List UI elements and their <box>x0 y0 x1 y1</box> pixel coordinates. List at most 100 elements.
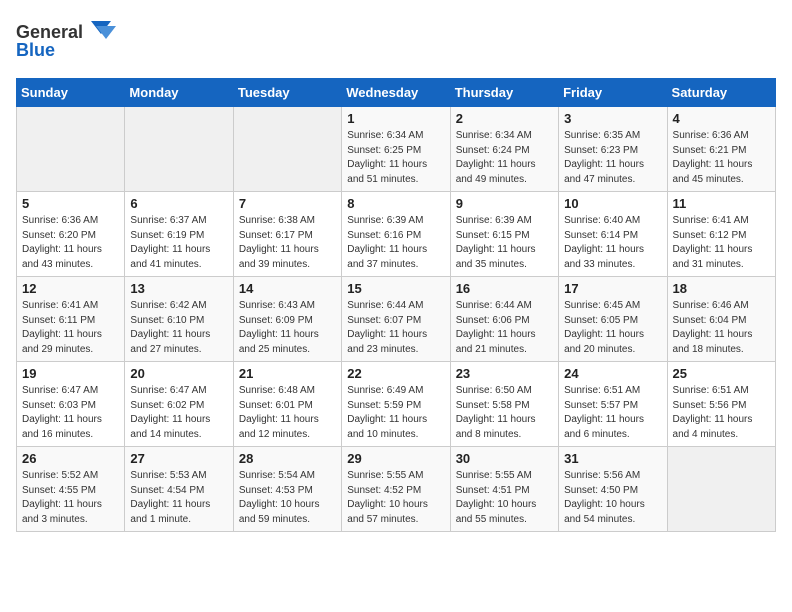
day-info: Sunrise: 6:44 AM Sunset: 6:07 PM Dayligh… <box>347 299 444 357</box>
day-info: Sunrise: 6:41 AM Sunset: 6:11 PM Dayligh… <box>22 299 119 357</box>
calendar-cell <box>17 107 125 192</box>
day-info: Sunrise: 6:44 AM Sunset: 6:06 PM Dayligh… <box>456 299 553 357</box>
day-info: Sunrise: 6:34 AM Sunset: 6:25 PM Dayligh… <box>347 129 444 187</box>
calendar-week-5: 26 Sunrise: 5:52 AM Sunset: 4:55 PM Dayli… <box>17 447 776 532</box>
day-info: Sunrise: 6:38 AM Sunset: 6:17 PM Dayligh… <box>239 214 336 272</box>
day-info: Sunrise: 5:53 AM Sunset: 4:54 PM Dayligh… <box>130 469 227 527</box>
day-info: Sunrise: 6:47 AM Sunset: 6:03 PM Dayligh… <box>22 384 119 442</box>
day-info: Sunrise: 6:40 AM Sunset: 6:14 PM Dayligh… <box>564 214 661 272</box>
calendar-cell: 21 Sunrise: 6:48 AM Sunset: 6:01 PM Dayli… <box>233 362 341 447</box>
day-info: Sunrise: 5:54 AM Sunset: 4:53 PM Dayligh… <box>239 469 336 527</box>
calendar-cell: 2 Sunrise: 6:34 AM Sunset: 6:24 PM Daylig… <box>450 107 558 192</box>
day-info: Sunrise: 6:39 AM Sunset: 6:16 PM Dayligh… <box>347 214 444 272</box>
day-number: 6 <box>130 196 227 211</box>
svg-text:Blue: Blue <box>16 40 55 60</box>
day-number: 8 <box>347 196 444 211</box>
calendar-cell: 6 Sunrise: 6:37 AM Sunset: 6:19 PM Daylig… <box>125 192 233 277</box>
calendar-cell: 20 Sunrise: 6:47 AM Sunset: 6:02 PM Dayli… <box>125 362 233 447</box>
day-number: 5 <box>22 196 119 211</box>
svg-text:General: General <box>16 22 83 42</box>
day-number: 26 <box>22 451 119 466</box>
day-number: 9 <box>456 196 553 211</box>
calendar-cell: 28Sunrise: 5:54 AM Sunset: 4:53 PM Dayli… <box>233 447 341 532</box>
day-number: 12 <box>22 281 119 296</box>
calendar-cell: 4Sunrise: 6:36 AM Sunset: 6:21 PM Daylig… <box>667 107 775 192</box>
day-info: Sunrise: 6:43 AM Sunset: 6:09 PM Dayligh… <box>239 299 336 357</box>
day-number: 19 <box>22 366 119 381</box>
calendar-week-4: 19 Sunrise: 6:47 AM Sunset: 6:03 PM Dayli… <box>17 362 776 447</box>
calendar-cell: 9 Sunrise: 6:39 AM Sunset: 6:15 PM Daylig… <box>450 192 558 277</box>
calendar-cell: 31 Sunrise: 5:56 AM Sunset: 4:50 PM Dayli… <box>559 447 667 532</box>
day-number: 23 <box>456 366 553 381</box>
calendar-cell: 13 Sunrise: 6:42 AM Sunset: 6:10 PM Dayli… <box>125 277 233 362</box>
calendar-cell: 16 Sunrise: 6:44 AM Sunset: 6:06 PM Dayli… <box>450 277 558 362</box>
day-number: 30 <box>456 451 553 466</box>
calendar-table: SundayMondayTuesdayWednesdayThursdayFrid… <box>16 78 776 532</box>
day-number: 18 <box>673 281 770 296</box>
day-number: 2 <box>456 111 553 126</box>
calendar-header-row: SundayMondayTuesdayWednesdayThursdayFrid… <box>17 79 776 107</box>
day-info: Sunrise: 6:36 AM Sunset: 6:20 PM Dayligh… <box>22 214 119 272</box>
day-header-saturday: Saturday <box>667 79 775 107</box>
calendar-cell: 18Sunrise: 6:46 AM Sunset: 6:04 PM Dayli… <box>667 277 775 362</box>
day-info: Sunrise: 6:51 AM Sunset: 5:57 PM Dayligh… <box>564 384 661 442</box>
calendar-cell: 15Sunrise: 6:44 AM Sunset: 6:07 PM Dayli… <box>342 277 450 362</box>
day-info: Sunrise: 6:48 AM Sunset: 6:01 PM Dayligh… <box>239 384 336 442</box>
day-number: 31 <box>564 451 661 466</box>
day-header-friday: Friday <box>559 79 667 107</box>
day-number: 17 <box>564 281 661 296</box>
calendar-cell <box>667 447 775 532</box>
calendar-cell: 3 Sunrise: 6:35 AM Sunset: 6:23 PM Daylig… <box>559 107 667 192</box>
day-info: Sunrise: 6:37 AM Sunset: 6:19 PM Dayligh… <box>130 214 227 272</box>
day-number: 20 <box>130 366 227 381</box>
calendar-cell: 14Sunrise: 6:43 AM Sunset: 6:09 PM Dayli… <box>233 277 341 362</box>
day-info: Sunrise: 6:51 AM Sunset: 5:56 PM Dayligh… <box>673 384 770 442</box>
calendar-cell <box>233 107 341 192</box>
calendar-cell: 19 Sunrise: 6:47 AM Sunset: 6:03 PM Dayli… <box>17 362 125 447</box>
calendar-cell: 11 Sunrise: 6:41 AM Sunset: 6:12 PM Dayli… <box>667 192 775 277</box>
day-info: Sunrise: 6:39 AM Sunset: 6:15 PM Dayligh… <box>456 214 553 272</box>
day-header-sunday: Sunday <box>17 79 125 107</box>
day-number: 1 <box>347 111 444 126</box>
day-header-wednesday: Wednesday <box>342 79 450 107</box>
day-header-tuesday: Tuesday <box>233 79 341 107</box>
day-info: Sunrise: 5:52 AM Sunset: 4:55 PM Dayligh… <box>22 469 119 527</box>
calendar-week-3: 12 Sunrise: 6:41 AM Sunset: 6:11 PM Dayli… <box>17 277 776 362</box>
logo: General Blue <box>16 16 126 66</box>
calendar-cell: 30 Sunrise: 5:55 AM Sunset: 4:51 PM Dayli… <box>450 447 558 532</box>
day-info: Sunrise: 6:42 AM Sunset: 6:10 PM Dayligh… <box>130 299 227 357</box>
calendar-cell: 23 Sunrise: 6:50 AM Sunset: 5:58 PM Dayli… <box>450 362 558 447</box>
day-number: 11 <box>673 196 770 211</box>
day-info: Sunrise: 6:35 AM Sunset: 6:23 PM Dayligh… <box>564 129 661 187</box>
calendar-week-2: 5 Sunrise: 6:36 AM Sunset: 6:20 PM Daylig… <box>17 192 776 277</box>
day-header-monday: Monday <box>125 79 233 107</box>
calendar-cell: 8 Sunrise: 6:39 AM Sunset: 6:16 PM Daylig… <box>342 192 450 277</box>
day-info: Sunrise: 6:50 AM Sunset: 5:58 PM Dayligh… <box>456 384 553 442</box>
day-number: 13 <box>130 281 227 296</box>
calendar-week-1: 1 Sunrise: 6:34 AM Sunset: 6:25 PM Daylig… <box>17 107 776 192</box>
day-info: Sunrise: 6:47 AM Sunset: 6:02 PM Dayligh… <box>130 384 227 442</box>
day-number: 7 <box>239 196 336 211</box>
calendar-cell: 22Sunrise: 6:49 AM Sunset: 5:59 PM Dayli… <box>342 362 450 447</box>
day-header-thursday: Thursday <box>450 79 558 107</box>
calendar-cell: 26 Sunrise: 5:52 AM Sunset: 4:55 PM Dayli… <box>17 447 125 532</box>
day-info: Sunrise: 5:55 AM Sunset: 4:51 PM Dayligh… <box>456 469 553 527</box>
calendar-cell: 5 Sunrise: 6:36 AM Sunset: 6:20 PM Daylig… <box>17 192 125 277</box>
day-number: 27 <box>130 451 227 466</box>
day-number: 3 <box>564 111 661 126</box>
day-info: Sunrise: 5:55 AM Sunset: 4:52 PM Dayligh… <box>347 469 444 527</box>
calendar-cell: 1 Sunrise: 6:34 AM Sunset: 6:25 PM Daylig… <box>342 107 450 192</box>
day-number: 16 <box>456 281 553 296</box>
day-info: Sunrise: 6:41 AM Sunset: 6:12 PM Dayligh… <box>673 214 770 272</box>
day-info: Sunrise: 6:45 AM Sunset: 6:05 PM Dayligh… <box>564 299 661 357</box>
calendar-cell: 10Sunrise: 6:40 AM Sunset: 6:14 PM Dayli… <box>559 192 667 277</box>
day-number: 21 <box>239 366 336 381</box>
day-info: Sunrise: 5:56 AM Sunset: 4:50 PM Dayligh… <box>564 469 661 527</box>
day-number: 29 <box>347 451 444 466</box>
day-number: 24 <box>564 366 661 381</box>
day-number: 25 <box>673 366 770 381</box>
calendar-cell: 24 Sunrise: 6:51 AM Sunset: 5:57 PM Dayli… <box>559 362 667 447</box>
calendar-cell: 29 Sunrise: 5:55 AM Sunset: 4:52 PM Dayli… <box>342 447 450 532</box>
calendar-cell: 27 Sunrise: 5:53 AM Sunset: 4:54 PM Dayli… <box>125 447 233 532</box>
day-info: Sunrise: 6:34 AM Sunset: 6:24 PM Dayligh… <box>456 129 553 187</box>
